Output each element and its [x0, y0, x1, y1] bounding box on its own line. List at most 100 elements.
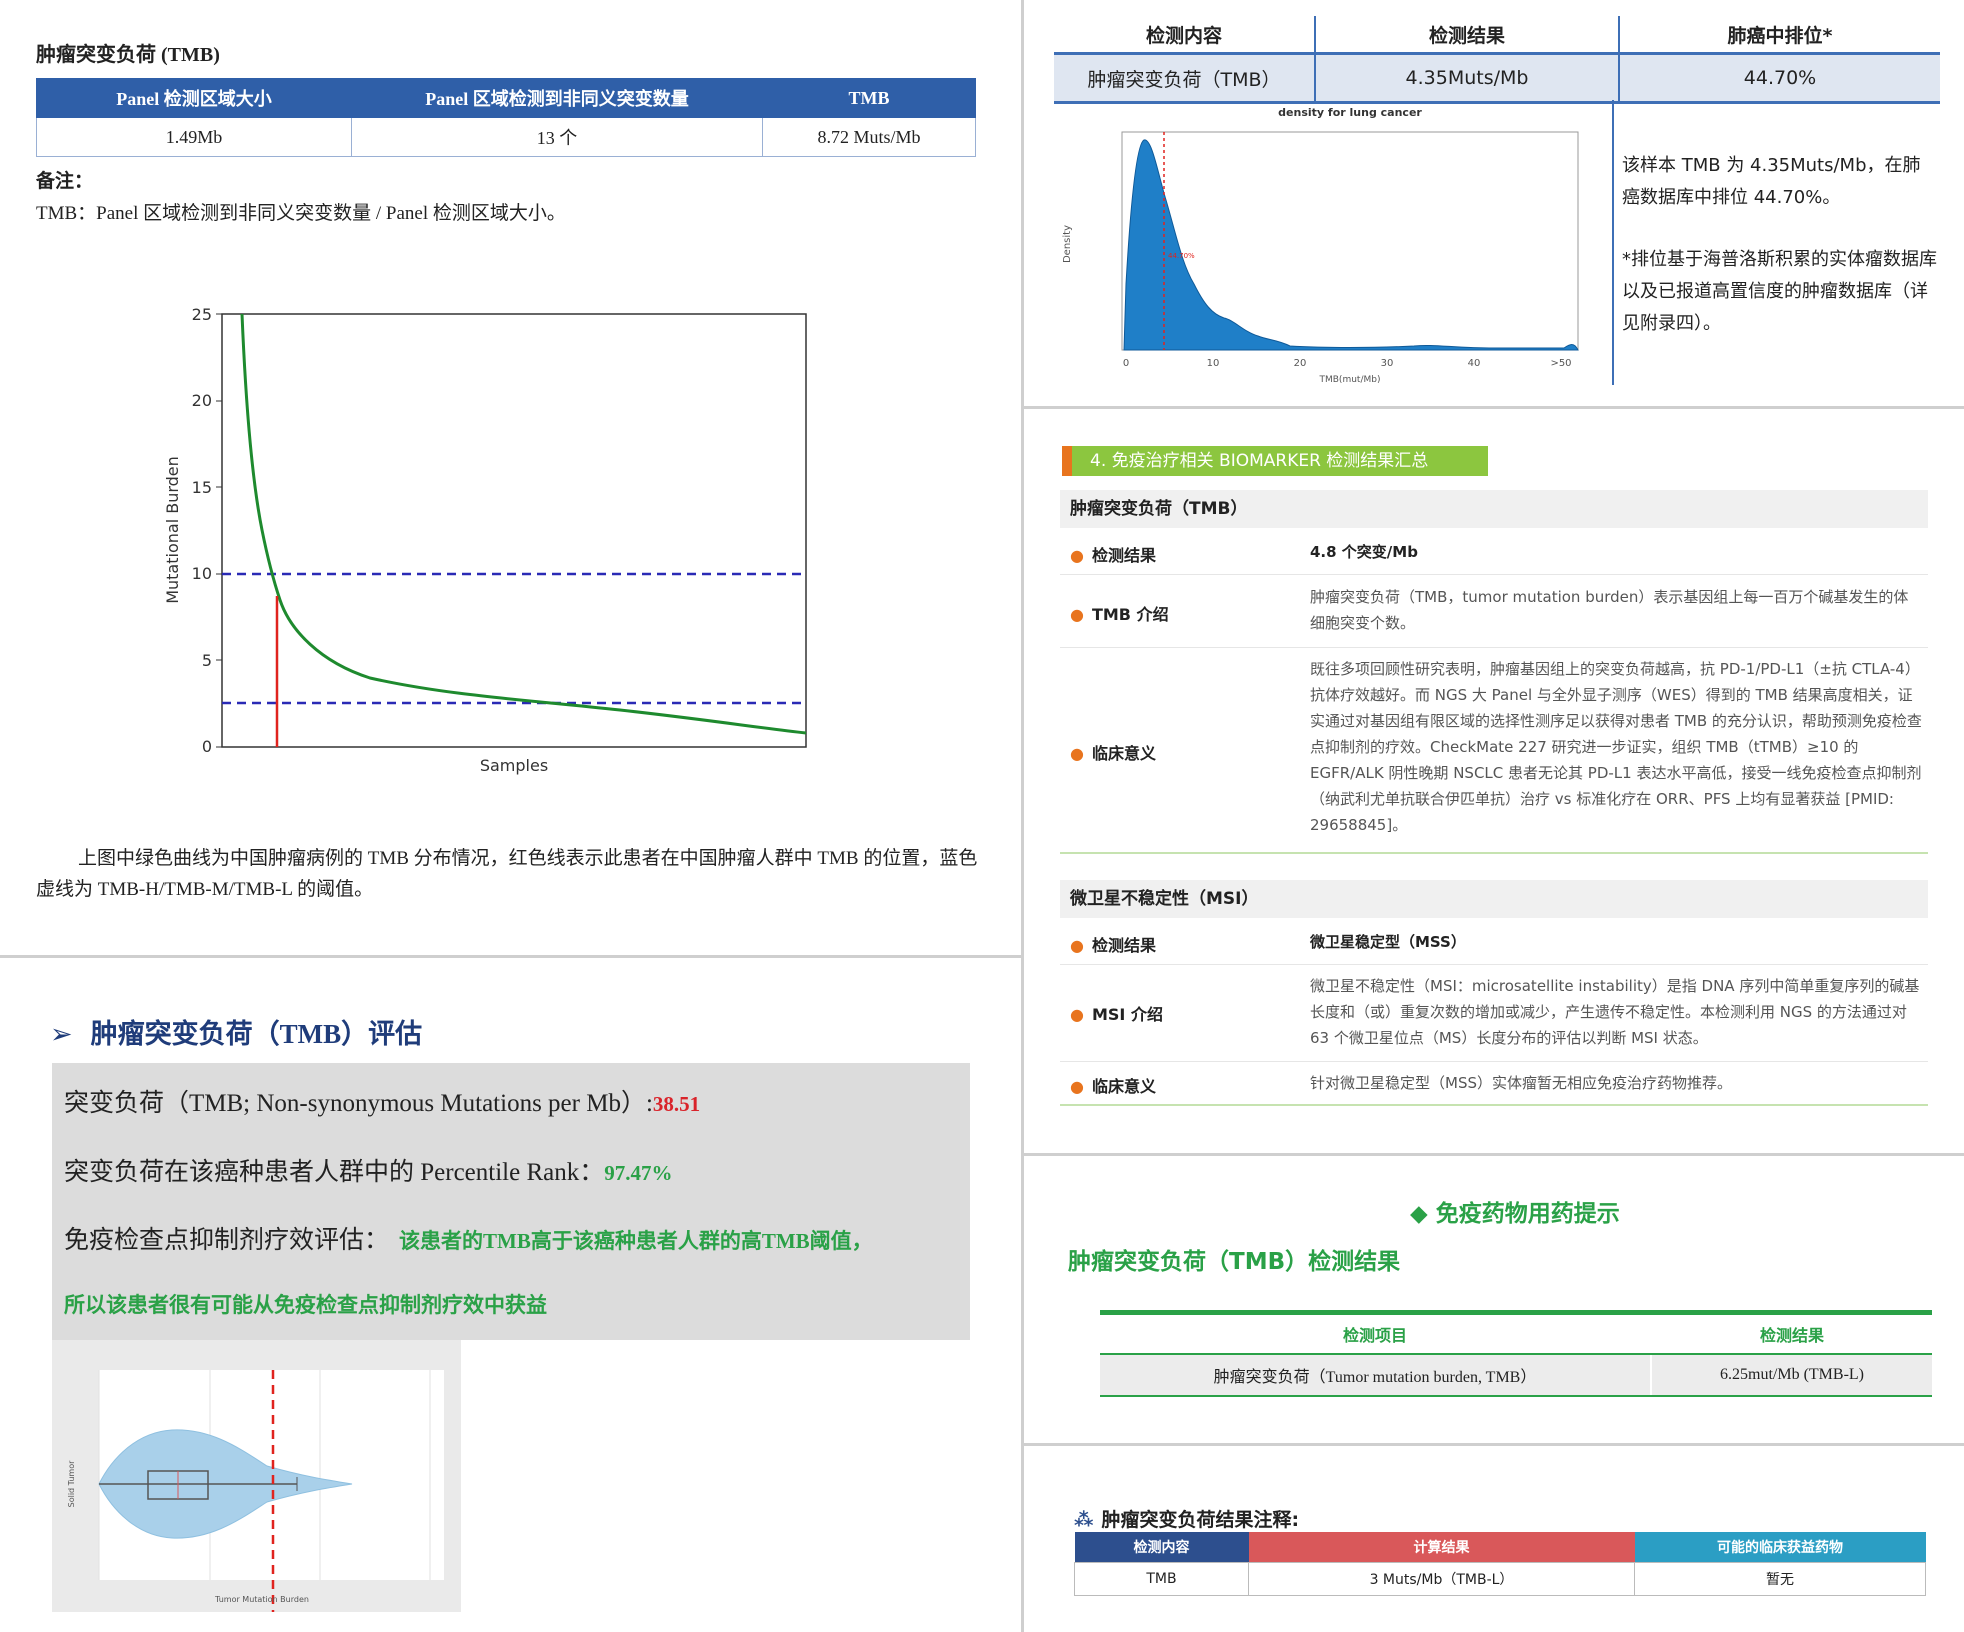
tmb-subsection-title: 肿瘤突变负荷（TMB）	[1060, 490, 1928, 528]
y-tick-label: 25	[192, 305, 212, 324]
table-header: 计算结果	[1248, 1532, 1635, 1563]
efficacy-label: 免疫检查点抑制剂疗效评估：	[64, 1227, 390, 1254]
tmb-evaluation-box: 突变负荷（TMB; Non-synonymous Mutations per M…	[52, 1063, 970, 1340]
msi-result-value: 微卫星稳定型（MSS）	[1310, 933, 1466, 951]
column-rule	[1612, 100, 1614, 385]
msi-intro-text: 微卫星不稳定性（MSI：microsatellite instability）是…	[1310, 977, 1920, 1047]
title-text: 肿瘤突变负荷结果注释:	[1101, 1509, 1300, 1531]
rank-footnote: *排位基于海普洛斯积累的实体瘤数据库以及已报道高置信度的肿瘤数据库（详见附录四）…	[1622, 249, 1937, 334]
x-axis-label: TMB(mut/Mb)	[1319, 375, 1381, 385]
tmb-result-table: 检测项目 检测结果 肿瘤突变负荷（Tumor mutation burden, …	[1100, 1310, 1932, 1397]
msi-result-row: ● 检测结果 微卫星稳定型（MSS）	[1060, 920, 1928, 965]
immunotherapy-hint-heading: ◆ 免疫药物用药提示	[1410, 1201, 1620, 1227]
y-tick-label: 10	[192, 564, 212, 583]
tmb-section-title: 肿瘤突变负荷 (TMB)	[36, 44, 220, 66]
bullet-icon: ●	[1070, 1077, 1084, 1096]
y-tick-label: 5	[202, 651, 212, 670]
efficacy-value: 该患者的TMB高于该癌种患者人群的高TMB阈值，	[399, 1229, 873, 1253]
lung-cancer-density-chart: density for lung cancer 44.70% 0 10 20 3…	[1062, 106, 1579, 385]
table-header: 检测内容	[1054, 16, 1315, 55]
x-tick-label: 40	[1468, 358, 1481, 369]
horizontal-divider	[1024, 1153, 1964, 1156]
table-cell: 8.72 Muts/Mb	[762, 117, 976, 157]
y-tick-label: 0	[202, 737, 212, 756]
table-cell: 暂无	[1634, 1562, 1926, 1596]
x-tick-label: >50	[1550, 358, 1571, 369]
horizontal-divider	[0, 955, 1021, 958]
table-cell: 肿瘤突变负荷（Tumor mutation burden, TMB）	[1100, 1354, 1652, 1397]
row-label: 临床意义	[1091, 1077, 1156, 1096]
table-cell: 6.25mut/Mb (TMB-L)	[1651, 1354, 1932, 1397]
lung-cancer-rank-table: 检测内容 检测结果 肺癌中排位* 肿瘤突变负荷（TMB） 4.35Muts/Mb…	[1054, 16, 1940, 104]
heading-text: 肿瘤突变负荷（TMB）评估	[90, 1019, 423, 1049]
efficacy-line: 免疫检查点抑制剂疗效评估： 该患者的TMB高于该癌种患者人群的高TMB阈值，	[64, 1220, 873, 1256]
table-header: 检测结果	[1651, 1312, 1932, 1355]
banner-text: 4. 免疫治疗相关 BIOMARKER 检测结果汇总	[1090, 451, 1429, 471]
row-label: 检测结果	[1091, 936, 1156, 955]
table-header: 检测项目	[1100, 1312, 1652, 1355]
vertical-divider	[1021, 0, 1024, 1632]
chart-caption: 上图中绿色曲线为中国肿瘤病例的 TMB 分布情况，红色线表示此患者在中国肿瘤人群…	[36, 848, 978, 900]
note-label: 备注：	[36, 171, 94, 192]
row-label: MSI 介绍	[1091, 1005, 1163, 1024]
bullet-icon: ●	[1070, 546, 1084, 565]
x-axis-label: Samples	[480, 756, 548, 775]
tmb-violin-chart: Solid Tumor Tumor Mutation Burden	[52, 1340, 461, 1612]
molecule-icon: ⁂	[1074, 1509, 1094, 1531]
msi-intro-row: ● MSI 介绍 微卫星不稳定性（MSI：microsatellite insta…	[1060, 965, 1928, 1062]
tmb-clinical-row: ● 临床意义 既往多项回顾性研究表明，肿瘤基因组上的突变负荷越高，抗 PD-1/P…	[1060, 648, 1928, 854]
table-header: Panel 区域检测到非同义突变数量	[351, 78, 763, 118]
rank-explanation: 该样本 TMB 为 4.35Muts/Mb，在肺癌数据库中排位 44.70%。 …	[1622, 150, 1938, 340]
table-header: 肺癌中排位*	[1618, 16, 1940, 55]
percentile-value: 97.47%	[604, 1161, 673, 1185]
table-cell: 肿瘤突变负荷（TMB）	[1054, 53, 1315, 104]
biomarker-section-banner: 4. 免疫治疗相关 BIOMARKER 检测结果汇总	[1062, 446, 1488, 476]
bullet-icon: ●	[1070, 744, 1084, 763]
table-cell: 3 Muts/Mb（TMB-L）	[1248, 1562, 1635, 1596]
tmb-result-row: ● 检测结果 4.8 个突变/Mb	[1060, 530, 1928, 575]
msi-clinical-text: 针对微卫星稳定型（MSS）实体瘤暂无相应免疫治疗药物推荐。	[1310, 1074, 1732, 1092]
tmb-intro-text: 肿瘤突变负荷（TMB，tumor mutation burden）表示基因组上每…	[1310, 588, 1909, 632]
tmb-intro-row: ● TMB 介绍 肿瘤突变负荷（TMB，tumor mutation burden…	[1060, 575, 1928, 648]
y-axis-label: Mutational Burden	[163, 456, 182, 604]
x-tick-label: 10	[1207, 358, 1220, 369]
x-tick-label: 20	[1294, 358, 1307, 369]
table-header: 检测结果	[1314, 16, 1619, 55]
table-cell: 1.49Mb	[36, 117, 352, 157]
row-label: 检测结果	[1091, 546, 1156, 565]
efficacy-conclusion: 所以该患者很有可能从免疫检查点抑制剂疗效中获益	[64, 1293, 547, 1317]
horizontal-divider	[1024, 406, 1964, 409]
chart-title: density for lung cancer	[1278, 106, 1422, 119]
tmb-result-subheading: 肿瘤突变负荷（TMB）检测结果	[1068, 1249, 1401, 1275]
tmb-definition: TMB：Panel 区域检测到非同义突变数量 / Panel 检测区域大小。	[36, 203, 566, 224]
tmb-result-value: 4.8 个突变/Mb	[1310, 543, 1418, 561]
percentile-label: 突变负荷在该癌种患者人群中的 Percentile Rank：	[64, 1159, 605, 1186]
chevron-right-icon: ➢	[50, 1019, 73, 1050]
marker-label: 44.70%	[1168, 252, 1195, 260]
table-header: Panel 检测区域大小	[36, 78, 352, 118]
table-cell: 13 个	[351, 117, 763, 157]
msi-clinical-row: ● 临床意义 针对微卫星稳定型（MSS）实体瘤暂无相应免疫治疗药物推荐。	[1060, 1062, 1928, 1106]
msi-subsection-title: 微卫星不稳定性（MSI）	[1060, 880, 1928, 918]
tmb-value-line: 突变负荷（TMB; Non-synonymous Mutations per M…	[64, 1083, 700, 1119]
table-cell: 44.70%	[1618, 53, 1940, 104]
tmb-clinical-text: 既往多项回顾性研究表明，肿瘤基因组上的突变负荷越高，抗 PD-1/PD-L1（±…	[1310, 660, 1922, 834]
tmb-value: 38.51	[652, 1092, 701, 1116]
y-axis-label: Solid Tumor	[67, 1460, 76, 1507]
banner-accent	[1062, 446, 1072, 476]
table-cell: 4.35Muts/Mb	[1314, 53, 1619, 104]
rank-summary: 该样本 TMB 为 4.35Muts/Mb，在肺癌数据库中排位 44.70%。	[1622, 155, 1921, 208]
x-axis-label: Tumor Mutation Burden	[214, 1595, 309, 1604]
horizontal-divider	[1024, 1443, 1964, 1446]
table-header: TMB	[762, 78, 976, 118]
tmb-evaluation-heading: ➢ 肿瘤突变负荷（TMB）评估	[50, 1012, 422, 1051]
y-tick-label: 20	[192, 391, 212, 410]
bullet-icon: ●	[1070, 1005, 1084, 1024]
y-tick-label: 15	[192, 478, 212, 497]
row-label: 临床意义	[1091, 744, 1156, 763]
x-tick-label: 0	[1123, 358, 1129, 369]
table-header: 可能的临床获益药物	[1634, 1532, 1926, 1563]
y-axis-label: Density	[1062, 225, 1073, 263]
percentile-line: 突变负荷在该癌种患者人群中的 Percentile Rank：97.47%	[64, 1152, 672, 1188]
tmb-label: 突变负荷（TMB; Non-synonymous Mutations per M…	[64, 1090, 653, 1117]
